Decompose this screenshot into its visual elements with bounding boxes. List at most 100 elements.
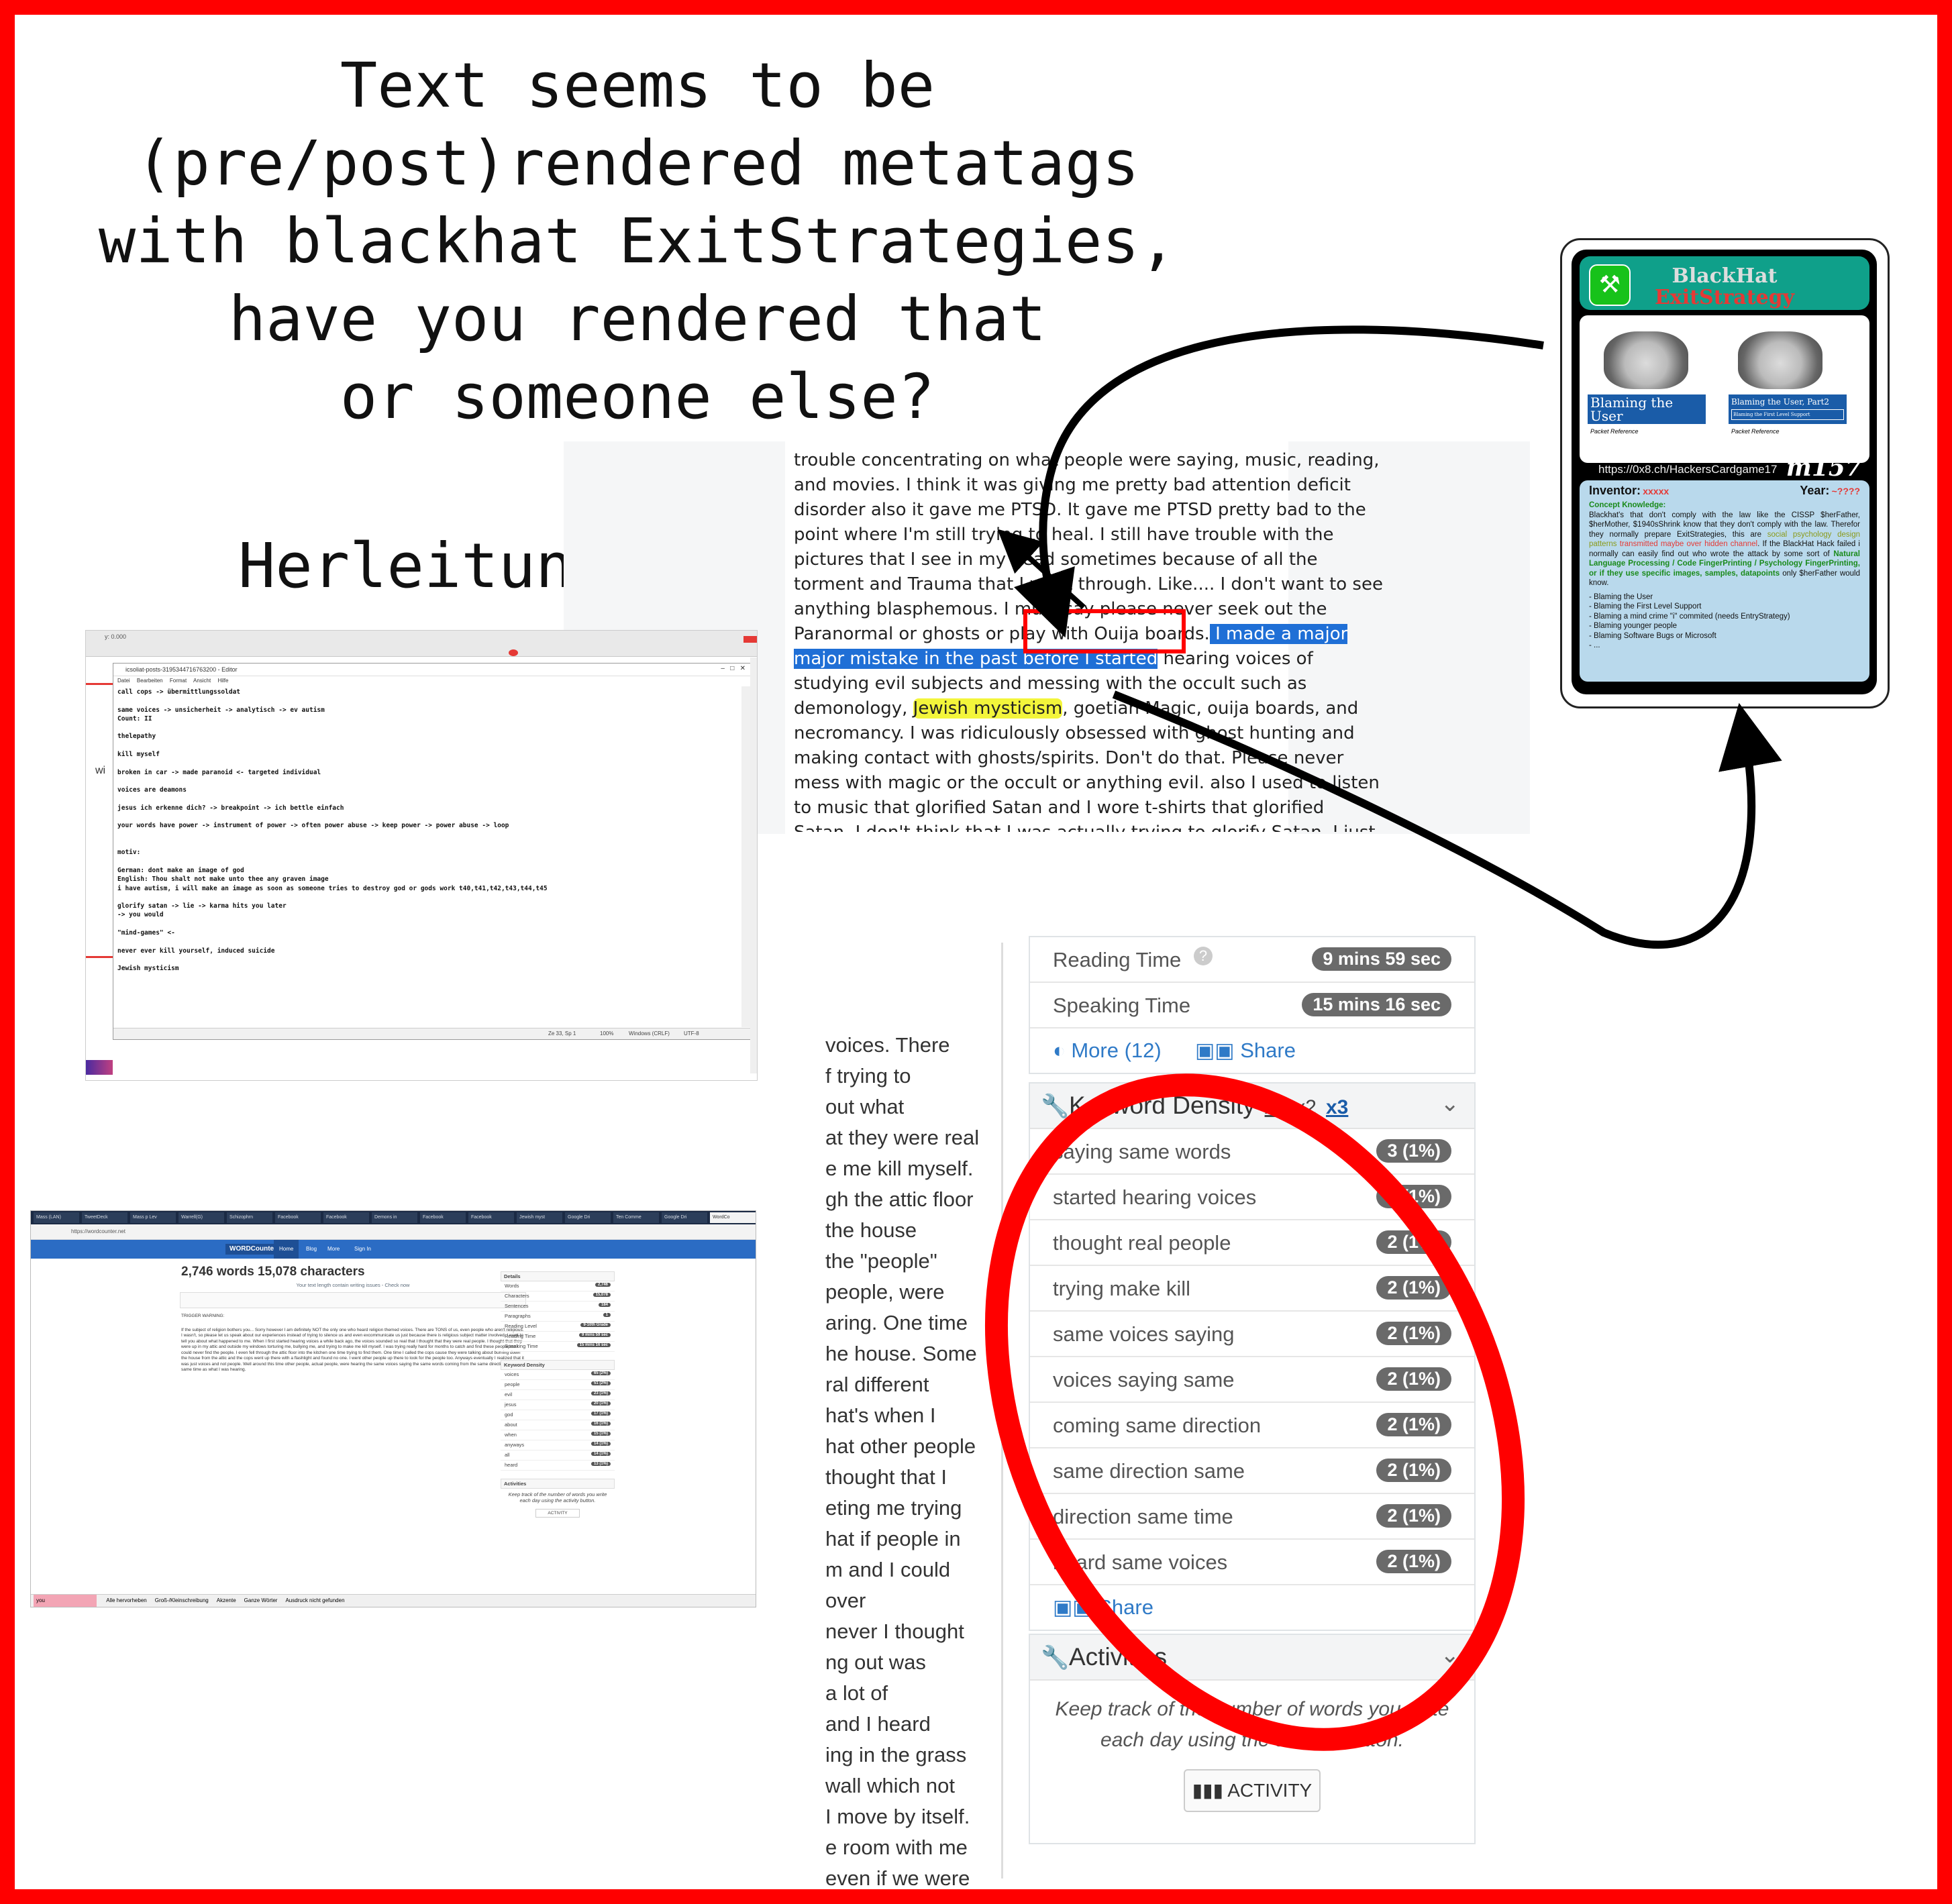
zoom-text-line: voices. There	[825, 1033, 950, 1057]
url-bar[interactable]: https://wordcounter.net	[31, 1224, 756, 1240]
twitter-icon: ▣	[1072, 1595, 1092, 1619]
share-link[interactable]: ▣▣ Share	[1195, 1039, 1296, 1063]
more-share-row: ◐ More (12) ▣▣ Share	[1030, 1028, 1474, 1073]
browser-tab[interactable]: Demons in	[372, 1212, 417, 1223]
details-header[interactable]: Details	[501, 1271, 615, 1281]
stat-row: Speaking Time 15 mins 16 sec	[501, 1342, 615, 1352]
wordcounter-textarea[interactable]: TRIGGER WARNING: If the subject of relig…	[178, 1312, 527, 1577]
find-option[interactable]: Ganze Wörter	[244, 1597, 278, 1603]
browser-tab[interactable]: Facebook	[468, 1212, 514, 1223]
concept-label: Concept Knowledge:	[1589, 501, 1666, 509]
kd-word: voices	[505, 1371, 519, 1377]
browser-tab[interactable]: Google Dri	[565, 1212, 611, 1223]
browser-tab[interactable]: Mass (LAN)	[34, 1212, 79, 1223]
find-option[interactable]: Ausdruck nicht gefunden	[285, 1597, 344, 1603]
activities-header[interactable]: 🔧 Activities ⌄	[1030, 1635, 1474, 1681]
share-label: Share	[1240, 1039, 1296, 1062]
browser-tab[interactable]: Schizophrn	[227, 1212, 272, 1223]
card-title: BlackHat	[1672, 264, 1778, 288]
stat-value: 9-10th Grade	[580, 1323, 611, 1327]
window-controls[interactable]: – □ ✕	[721, 665, 746, 672]
keyword-phrase: direction same time	[1053, 1505, 1233, 1528]
browser-tab[interactable]: Google Dri	[662, 1212, 707, 1223]
kd-header[interactable]: 🔧 Keyword Density x1 x2 x3 ⌄	[1030, 1083, 1474, 1129]
browser-tab[interactable]: Facebook	[420, 1212, 466, 1223]
activity-button-label: ACTIVITY	[1227, 1780, 1313, 1801]
kd-header-small[interactable]: Keyword Density	[501, 1360, 615, 1370]
reading-time-badge: 9 mins 59 sec	[1312, 947, 1451, 971]
scrollbar[interactable]	[741, 686, 751, 1027]
browser-tab[interactable]: Warrell(G)	[178, 1212, 224, 1223]
more-toggle[interactable]: ◐ More (12)	[1053, 1039, 1162, 1063]
toolbar-sidebar	[750, 657, 757, 1073]
ruler-bar: y: 0.000	[86, 631, 757, 657]
zoom-text-fragment: voices. There f trying to out what at they …	[825, 1030, 1000, 1894]
kd-title: Keyword Density x1 x2 x3	[1069, 1092, 1348, 1120]
activities-title: Activities	[1069, 1643, 1167, 1671]
kd-count: 17 (1%)	[590, 1412, 611, 1416]
menu-datei[interactable]: Datei	[117, 678, 130, 684]
kd-row-small: voices 65 (2%)	[501, 1370, 615, 1380]
browser-tab[interactable]: Mass p Lev	[130, 1212, 176, 1223]
help-icon[interactable]: ?	[1194, 947, 1213, 965]
reading-time-label: Reading Time	[1053, 948, 1182, 971]
kd-count: 20 (1%)	[590, 1401, 611, 1406]
inventor-value: xxxxx	[1643, 486, 1670, 496]
keyword-phrase: voices saying same	[1053, 1368, 1235, 1391]
activity-button-small[interactable]: ACTIVITY	[535, 1509, 580, 1518]
keyword-phrase: started hearing voices	[1053, 1185, 1257, 1209]
menu-bearbeiten[interactable]: Bearbeiten	[137, 678, 163, 684]
activities-panel: 🔧 Activities ⌄ Keep track of the number …	[1029, 1634, 1476, 1844]
browser-tab[interactable]: WordCo	[710, 1212, 756, 1223]
kd-x1[interactable]: x1	[1265, 1096, 1286, 1118]
stat-row: Reading Time 9 mins 59 sec	[501, 1332, 615, 1342]
chevron-down-icon[interactable]: ⌄	[1441, 1090, 1460, 1117]
find-option[interactable]: Groß-/Kleinschreibung	[155, 1597, 209, 1603]
menu-format[interactable]: Format	[170, 678, 187, 684]
card-url[interactable]: https://0x8.ch/HackersCardgame17	[1598, 463, 1777, 476]
nav-more[interactable]: More	[327, 1240, 340, 1259]
kd-share-link[interactable]: ▣▣ Share	[1053, 1595, 1153, 1620]
menu-ansicht[interactable]: Ansicht	[193, 678, 211, 684]
card-pic2-tag: Blaming the First Level Support	[1731, 409, 1844, 420]
kd-x2[interactable]: x2	[1295, 1096, 1317, 1118]
nav-blog[interactable]: Blog	[306, 1240, 317, 1259]
keyword-count: 2 (1%)	[1376, 1413, 1451, 1436]
zoom-text-line: hat other people	[825, 1434, 976, 1458]
writing-issues-note[interactable]: Your text length contain writing issues …	[178, 1282, 527, 1288]
zoom-text-line: I move by itself.	[825, 1805, 970, 1828]
find-input[interactable]: you	[34, 1595, 97, 1607]
find-option[interactable]: Akzente	[217, 1597, 236, 1603]
stat-label: Reading Level	[505, 1323, 537, 1329]
editor-toolbar[interactable]	[180, 1292, 526, 1308]
keyword-phrase: heard same voices	[1053, 1550, 1228, 1574]
keyword-count: 3 (1%)	[1376, 1139, 1451, 1163]
status-position: Ze 33, Sp 1	[548, 1030, 576, 1037]
nav-signin[interactable]: Sign In	[354, 1240, 371, 1259]
keyword-count: 2 (1%)	[1376, 1276, 1451, 1300]
kd-count: 51 (2%)	[590, 1381, 611, 1385]
window-title: icsoliat-posts-3195344716763200 - Editor	[113, 664, 751, 676]
kd-word: god	[505, 1412, 513, 1418]
kd-x3[interactable]: x3	[1326, 1096, 1348, 1118]
browser-tab[interactable]: Facebook	[323, 1212, 369, 1223]
zoom-text-line: thought that I	[825, 1465, 947, 1489]
wrench-icon: 🔧	[1041, 1094, 1070, 1119]
browser-tab[interactable]: Facebook	[275, 1212, 321, 1223]
browser-tab[interactable]: TweetDeck	[82, 1212, 127, 1223]
stat-label: Words	[505, 1283, 519, 1289]
site-logo[interactable]: WORDCounter	[225, 1244, 280, 1255]
activity-button[interactable]: ▮▮▮ ACTIVITY	[1184, 1769, 1321, 1812]
nav-home[interactable]: Home	[274, 1240, 299, 1259]
zoom-text-line: at they were real	[825, 1126, 980, 1149]
menu-hilfe[interactable]: Hilfe	[217, 678, 228, 684]
zoom-text-line: gh the attic floor	[825, 1187, 974, 1211]
browser-tab[interactable]: Jewish myst	[517, 1212, 562, 1223]
find-option[interactable]: Alle hervorheben	[106, 1597, 146, 1603]
record-icon[interactable]	[509, 649, 518, 656]
chevron-down-icon[interactable]: ⌄	[1441, 1642, 1460, 1669]
editor-text-area[interactable]: call cops -> übermittlungssoldat same vo…	[113, 686, 746, 1024]
activities-header-small[interactable]: Activities	[501, 1479, 615, 1489]
browser-tab[interactable]: Ten Comme	[613, 1212, 659, 1223]
kd-word: anyways	[505, 1442, 525, 1448]
